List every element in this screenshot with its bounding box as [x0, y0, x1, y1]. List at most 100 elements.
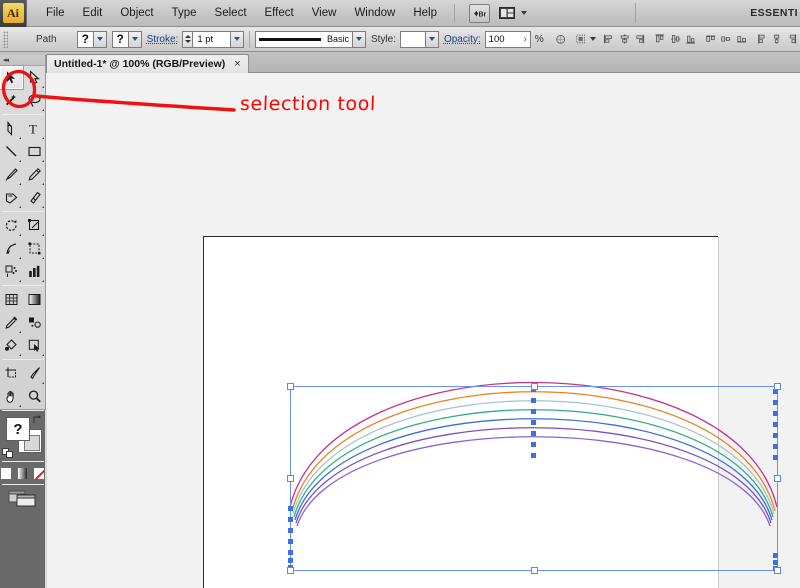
tool-pen-tool[interactable] [0, 117, 23, 140]
arrange-documents-icon [499, 7, 515, 19]
menu-item-help[interactable]: Help [404, 4, 446, 22]
opacity-input[interactable]: 100 › [484, 30, 531, 48]
menu-item-type[interactable]: Type [163, 4, 206, 22]
tool-hand-tool[interactable] [0, 385, 23, 408]
tool-flyout-corner-icon [19, 234, 21, 236]
distribute-bottom-icon[interactable] [736, 31, 747, 47]
close-icon[interactable]: × [234, 58, 240, 70]
tool-eyedropper-tool[interactable] [0, 311, 23, 334]
distribute-vertical-center-icon[interactable] [720, 31, 731, 47]
tool-eraser-tool[interactable] [23, 186, 46, 209]
tool-scale-tool[interactable] [23, 214, 46, 237]
document-tab-title: Untitled-1* @ 100% (RGB/Preview) [54, 58, 226, 70]
fill-dropdown-button[interactable] [93, 30, 107, 48]
tool-free-transform-tool[interactable] [23, 237, 46, 260]
collapse-panel-icon[interactable]: ◂◂ [3, 56, 9, 64]
tool-blend-tool[interactable] [23, 311, 46, 334]
none-swatch-icon[interactable] [33, 467, 46, 480]
control-bar-gripper[interactable] [3, 30, 8, 48]
fill-color-control[interactable]: ? [76, 30, 107, 48]
default-fill-stroke-icon[interactable] [2, 445, 15, 458]
stroke-weight-stepper[interactable] [182, 30, 194, 48]
fill-swatch[interactable]: ? [76, 30, 94, 48]
tool-live-paint-selection-tool[interactable] [23, 334, 46, 357]
align-right-icon[interactable] [634, 31, 645, 47]
opacity-mask-icon[interactable] [555, 31, 566, 47]
distribute-left-icon[interactable] [756, 31, 767, 47]
stroke-weight-control[interactable]: 1 pt [182, 30, 245, 48]
tool-grid: T [0, 66, 46, 413]
tool-mesh-tool[interactable] [0, 288, 23, 311]
tool-direct-selection-tool[interactable] [23, 66, 46, 89]
fill-color-box[interactable]: ? [6, 417, 30, 441]
menu-item-effect[interactable]: Effect [256, 4, 303, 22]
tool-slice-tool[interactable] [23, 362, 46, 385]
lasso-tool-icon [28, 94, 41, 107]
tool-paintbrush-tool[interactable] [0, 163, 23, 186]
swap-fill-stroke-icon[interactable] [32, 414, 43, 425]
tool-zoom-tool[interactable] [23, 385, 46, 408]
opacity-label[interactable]: Opacity: [444, 34, 481, 45]
distribute-top-icon[interactable] [705, 31, 716, 47]
menu-item-object[interactable]: Object [111, 4, 162, 22]
distribute-horizontal-center-icon[interactable] [771, 31, 782, 47]
menubar-divider [454, 4, 455, 22]
tool-blob-brush-tool[interactable] [0, 186, 23, 209]
change-screen-mode-icon [8, 490, 35, 506]
brush-dropdown-button[interactable] [353, 30, 367, 48]
distribute-right-icon[interactable] [787, 31, 798, 47]
screen-mode-control[interactable] [0, 487, 45, 509]
tool-rotate-tool[interactable] [0, 214, 23, 237]
tool-live-paint-bucket-tool[interactable] [0, 334, 23, 357]
tool-symbol-sprayer-tool[interactable] [0, 260, 23, 283]
fill-stroke-control[interactable]: ? [0, 413, 46, 459]
stroke-weight-value[interactable]: 1 pt [193, 30, 232, 48]
stroke-weight-label[interactable]: Stroke: [147, 34, 179, 45]
gradient-swatch-icon[interactable] [16, 467, 29, 480]
tool-lasso-tool[interactable] [23, 89, 46, 112]
live-paint-selection-tool-icon [28, 339, 40, 352]
align-left-icon[interactable] [603, 31, 614, 47]
tool-flyout-corner-icon [19, 206, 21, 208]
workspace-switcher[interactable]: ESSENTI [750, 7, 800, 19]
tool-pencil-tool[interactable] [23, 163, 46, 186]
stroke-dropdown-button[interactable] [128, 30, 142, 48]
tool-group-divider [2, 211, 44, 212]
go-to-bridge-button[interactable]: Br [469, 3, 490, 23]
tool-selection-tool[interactable] [0, 66, 23, 89]
menu-item-edit[interactable]: Edit [74, 4, 112, 22]
transform-chevron-icon[interactable] [590, 37, 597, 41]
opacity-flyout-icon[interactable]: › [524, 34, 527, 45]
arrange-documents-button[interactable] [496, 4, 530, 23]
brush-preview[interactable]: Basic [255, 30, 354, 48]
transform-panel-icon[interactable] [575, 31, 586, 47]
tool-line-segment-tool[interactable] [0, 140, 23, 163]
artboard[interactable] [203, 236, 718, 588]
brush-definition-control[interactable]: Basic [255, 30, 367, 48]
document-tab[interactable]: Untitled-1* @ 100% (RGB/Preview) × [46, 54, 249, 73]
tool-column-graph-tool[interactable] [23, 260, 46, 283]
color-swatch-icon[interactable] [0, 467, 12, 480]
live-paint-bucket-tool-icon [5, 339, 17, 351]
tool-artboard-tool[interactable] [0, 362, 23, 385]
stroke-weight-dropdown-button[interactable] [231, 30, 245, 48]
stroke-color-control[interactable]: ? [111, 30, 142, 48]
menu-item-view[interactable]: View [303, 4, 346, 22]
graphic-style-control[interactable] [400, 30, 440, 48]
tool-width-tool[interactable] [0, 237, 23, 260]
align-vertical-center-icon[interactable] [670, 31, 681, 47]
align-horizontal-center-icon[interactable] [619, 31, 630, 47]
tool-gradient-tool[interactable] [23, 288, 46, 311]
graphic-style-dropdown-button[interactable] [426, 30, 440, 48]
tool-type-tool[interactable]: T [23, 117, 46, 140]
menu-item-window[interactable]: Window [345, 4, 404, 22]
menu-item-select[interactable]: Select [206, 4, 256, 22]
stroke-swatch[interactable]: ? [111, 30, 129, 48]
align-bottom-icon[interactable] [685, 31, 696, 47]
tool-rectangle-tool[interactable] [23, 140, 46, 163]
graphic-style-preview[interactable] [400, 30, 427, 48]
tool-magic-wand-tool[interactable] [0, 89, 23, 112]
tools-panel-header[interactable]: ◂◂ [0, 55, 45, 66]
align-top-icon[interactable] [654, 31, 665, 47]
menu-item-file[interactable]: File [37, 4, 74, 22]
